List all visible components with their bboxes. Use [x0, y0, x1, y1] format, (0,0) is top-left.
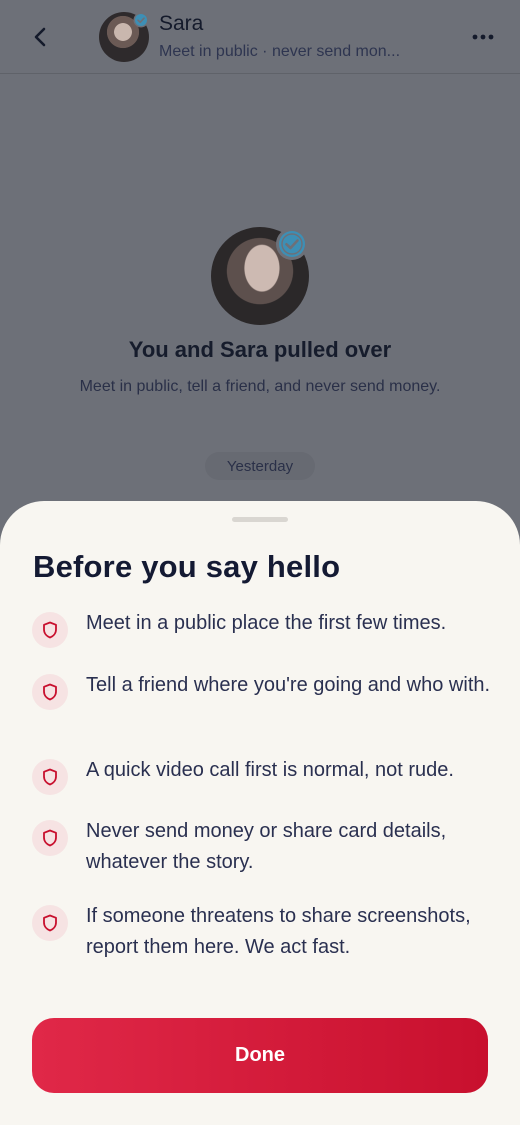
- tip-text: If someone threatens to share screenshot…: [86, 905, 471, 958]
- tip-text: Tell a friend where you're going and who…: [86, 674, 491, 696]
- verified-badge-icon: [276, 228, 308, 260]
- shield-icon: [43, 768, 57, 786]
- shield-icon: [43, 683, 57, 701]
- sheet-drag-handle[interactable]: [232, 517, 288, 522]
- contact-name[interactable]: Sara: [159, 12, 203, 36]
- tip-text: Never send money or share card details, …: [86, 820, 447, 873]
- chevron-left-icon: [34, 27, 46, 47]
- tip-icon-badge: [32, 612, 68, 648]
- match-title: You and Sara pulled over: [128, 337, 392, 362]
- date-separator: Yesterday: [205, 452, 315, 480]
- match-subtitle: Meet in public, tell a friend, and never…: [79, 378, 441, 395]
- more-options-button[interactable]: [466, 24, 500, 50]
- tip-icon-badge: [32, 820, 68, 856]
- tip-text: A quick video call first is normal, not …: [86, 759, 454, 781]
- tip-icon-badge: [32, 674, 68, 710]
- chat-header: Sara Meet in public · never send mon...: [0, 0, 520, 74]
- contact-subtitle: Meet in public · never send mon...: [159, 43, 401, 60]
- tip-text: Meet in a public place the first few tim…: [86, 612, 447, 634]
- shield-icon: [43, 829, 57, 847]
- done-button[interactable]: Done: [32, 1018, 488, 1093]
- back-button[interactable]: [24, 20, 58, 54]
- tip-icon-badge: [32, 905, 68, 941]
- sheet-title: Before you say hello: [33, 549, 341, 584]
- safety-tips-sheet: Before you say hello Meet in a public pl…: [0, 501, 520, 1125]
- shield-icon: [43, 914, 57, 932]
- verified-badge-icon: [133, 12, 149, 28]
- shield-icon: [43, 621, 57, 639]
- more-horizontal-icon: [472, 34, 494, 40]
- tip-icon-badge: [32, 759, 68, 795]
